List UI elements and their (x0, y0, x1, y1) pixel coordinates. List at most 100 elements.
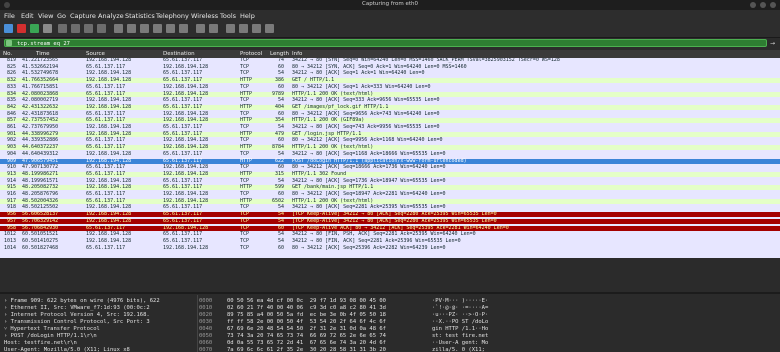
normal-size-icon[interactable] (252, 24, 261, 33)
packet-row[interactable]: 902 44.339352886 65.61.137.117 192.168.194.… (0, 137, 780, 144)
packet-row[interactable]: 835 42.080002719 192.168.194.128 65.61.137.… (0, 97, 780, 104)
close-button[interactable] (770, 2, 776, 8)
packet-row[interactable]: 958 56.706842930 65.61.137.117 192.168.194.… (0, 225, 780, 231)
zoom-in-icon[interactable] (226, 24, 235, 33)
column-source[interactable]: Source (86, 50, 105, 58)
menu-help[interactable]: Help (240, 12, 255, 20)
menu-telephony[interactable]: Telephony (156, 12, 189, 20)
packet-row[interactable]: 913 48.199986271 65.61.137.117 192.168.194.… (0, 171, 780, 178)
display-filter-bar: tcp.stream eq 27 → (0, 38, 780, 49)
packet-row[interactable]: 826 41.532749678 192.168.194.128 65.61.137.… (0, 70, 780, 77)
packet-row[interactable]: 903 44.640372237 65.61.137.117 192.168.194.… (0, 144, 780, 151)
menu-wireless[interactable]: Wireless (191, 12, 218, 20)
packet-source-cell: 192.168.194.128 (86, 237, 132, 244)
go-forward-icon[interactable] (140, 24, 149, 33)
packet-row[interactable]: 825 41.532662194 65.61.137.117 192.168.194.… (0, 64, 780, 70)
packet-row[interactable]: 909 47.906579451 192.168.194.128 65.61.137.… (0, 157, 780, 164)
menu-analyze[interactable]: Analyze (98, 12, 124, 20)
bookmark-filter-icon[interactable] (6, 40, 12, 46)
resize-columns-icon[interactable] (265, 24, 274, 33)
reload-icon[interactable] (97, 24, 106, 33)
packet-source-cell: 192.168.194.128 (86, 177, 132, 184)
title-bar: Capturing from eth0 (0, 0, 780, 10)
column-destination[interactable]: Destination (163, 50, 195, 58)
detail-tree-item[interactable]: › Ethernet II, Src: VMware_f7:1d:93 (00:… (4, 305, 150, 311)
go-to-packet-icon[interactable] (153, 24, 162, 33)
detail-tree-item[interactable]: User-Agent: Mozilla/5.0 (X11; Linux x8 (4, 347, 130, 352)
packet-row[interactable]: 917 48.502004326 65.61.137.117 192.168.194.… (0, 198, 780, 204)
packet-row[interactable]: 832 41.766352664 192.168.194.128 65.61.137.… (0, 77, 780, 84)
packet-row[interactable]: 834 42.080023868 65.61.137.117 192.168.194.… (0, 90, 780, 97)
auto-scroll-icon[interactable] (196, 24, 205, 33)
maximize-button[interactable] (760, 2, 766, 8)
detail-tree-item[interactable]: ˅ Hypertext Transfer Protocol (4, 326, 100, 332)
packet-protocol-cell: TCP (240, 70, 250, 77)
capture-options-icon[interactable] (43, 24, 52, 33)
menu-statistics[interactable]: Statistics (125, 12, 155, 20)
pane-splitter[interactable] (0, 292, 780, 294)
packet-row[interactable]: 918 48.502125502 192.168.194.128 65.61.137.… (0, 204, 780, 211)
menu-tools[interactable]: Tools (220, 12, 236, 20)
go-back-icon[interactable] (127, 24, 136, 33)
first-packet-icon[interactable] (166, 24, 175, 33)
packet-time-cell: 41.766352664 (22, 77, 59, 84)
packet-row[interactable]: 910 47.907130772 65.61.137.117 192.168.194.… (0, 164, 780, 171)
last-packet-icon[interactable] (179, 24, 188, 33)
packet-row[interactable]: 914 48.199961571 192.168.194.128 65.61.137.… (0, 177, 780, 184)
open-file-icon[interactable] (58, 24, 67, 33)
packet-length-cell: 54 (277, 177, 284, 184)
packet-row[interactable]: 819 41.221723565 192.168.194.128 65.61.137.… (0, 58, 780, 64)
menu-view[interactable]: View (38, 12, 53, 20)
find-packet-icon[interactable] (114, 24, 123, 33)
detail-tree-item[interactable]: › Transmission Control Protocol, Src Por… (4, 319, 150, 325)
apply-filter-icon[interactable]: → (770, 40, 777, 47)
display-filter-input[interactable]: tcp.stream eq 27 (4, 39, 767, 47)
packet-row[interactable]: 957 56.706329142 192.168.194.128 65.61.137.… (0, 218, 780, 224)
column-length[interactable]: Length (270, 50, 289, 58)
packet-length-cell: 386 (274, 77, 284, 84)
save-file-icon[interactable] (71, 24, 80, 33)
bytes-offset: 0010 (199, 305, 213, 311)
stop-capture-icon[interactable] (17, 24, 26, 33)
packet-row[interactable]: 857 42.737557452 65.61.137.117 192.168.194.… (0, 117, 780, 124)
minimize-button[interactable] (750, 2, 756, 8)
packet-length-cell: 54 (277, 237, 284, 244)
detail-tree-item[interactable]: › Frame 909: 622 bytes on wire (4976 bit… (4, 298, 160, 304)
packet-row[interactable]: 901 44.338996279 192.168.194.128 65.61.137.… (0, 131, 780, 137)
packet-row[interactable]: 833 41.766715851 65.61.137.117 192.168.194.… (0, 84, 780, 90)
close-file-icon[interactable] (84, 24, 93, 33)
column-no[interactable]: No. (3, 50, 12, 58)
packet-no-cell: 918 (6, 204, 16, 211)
packet-row[interactable]: 1012 60.501051521 192.168.194.128 65.61.137… (0, 231, 780, 238)
restart-capture-icon[interactable] (30, 24, 39, 33)
zoom-out-icon[interactable] (239, 24, 248, 33)
packet-row[interactable]: 956 56.606528137 192.168.194.128 65.61.137.… (0, 211, 780, 218)
column-info[interactable]: Info (292, 50, 302, 58)
packet-row[interactable]: 904 44.640439312 192.168.194.128 65.61.137.… (0, 151, 780, 157)
menu-file[interactable]: File (4, 12, 15, 20)
packet-time-cell: 44.339352886 (22, 137, 59, 144)
packet-source-cell: 192.168.194.128 (86, 157, 132, 164)
start-capture-icon[interactable] (4, 24, 13, 33)
menu-edit[interactable]: Edit (21, 12, 34, 20)
packet-row[interactable]: 861 42.737679950 192.168.194.128 65.61.137.… (0, 124, 780, 131)
packet-row[interactable]: 842 42.431322632 192.168.194.128 65.61.137.… (0, 103, 780, 111)
packet-length-cell: 9789 (271, 90, 284, 97)
column-time[interactable]: Time (36, 50, 49, 58)
detail-tree-item[interactable]: › POST /doLogin HTTP/1.1\r\n (4, 333, 97, 339)
menu-capture[interactable]: Capture (70, 12, 96, 20)
detail-tree-item[interactable]: › Internet Protocol Version 4, Src: 192.… (4, 312, 150, 318)
column-protocol[interactable]: Protocol (240, 50, 262, 58)
detail-tree-item[interactable]: Host: testfire.net\r\n (4, 340, 77, 346)
packet-info-cell: HTTP/1.1 200 OK (GIF89a) (292, 117, 365, 124)
packet-source-cell: 192.168.194.128 (86, 211, 132, 218)
packet-destination-cell: 65.61.137.117 (163, 103, 203, 110)
packet-row[interactable]: 915 48.205082732 192.168.194.128 65.61.137.… (0, 185, 780, 191)
colorize-icon[interactable] (209, 24, 218, 33)
packet-time-cell: 60.501410275 (22, 237, 59, 244)
packet-row[interactable]: 916 48.205876796 65.61.137.117 192.168.194.… (0, 191, 780, 198)
menu-go[interactable]: Go (57, 12, 66, 20)
packet-row[interactable]: 846 42.431873618 65.61.137.117 192.168.194.… (0, 111, 780, 117)
packet-row[interactable]: 1014 60.501827468 65.61.137.117 192.168.194… (0, 245, 780, 251)
packet-row[interactable]: 1013 60.501410275 192.168.194.128 65.61.137… (0, 237, 780, 245)
